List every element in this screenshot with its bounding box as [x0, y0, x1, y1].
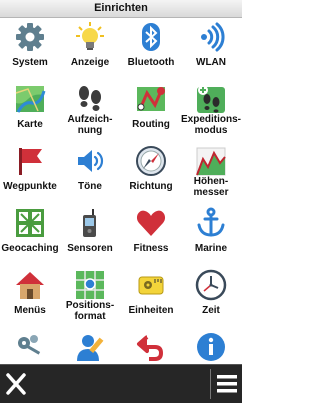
menu-item-label: WLAN [196, 57, 226, 68]
heart-icon [135, 207, 167, 239]
position-format-icon [74, 269, 106, 301]
menu-button[interactable] [211, 365, 243, 403]
menu-item-positionsformat[interactable]: Positions-format [60, 266, 120, 328]
menu-item-label: Richtung [129, 181, 173, 192]
footprints-icon [74, 83, 106, 115]
menu-item-reset[interactable] [121, 328, 181, 364]
wifi-icon [195, 21, 227, 53]
menu-item-karte[interactable]: Karte [0, 80, 60, 142]
map-icon [14, 83, 46, 115]
settings-grid: System Anzeige Bluetooth WLAN Karte Aufz… [0, 18, 242, 364]
menu-item-label: Bluetooth [127, 57, 175, 68]
keys-icon [14, 331, 46, 363]
menu-item-richtung[interactable]: Richtung [121, 142, 181, 204]
bottom-toolbar [0, 364, 242, 403]
menu-item-user[interactable] [60, 328, 120, 364]
menu-item-marine[interactable]: Marine [181, 204, 241, 266]
menu-item-system[interactable]: System [0, 18, 60, 80]
hamburger-menu-icon [211, 365, 243, 403]
menu-item-label: Aufzeich-nung [67, 114, 113, 136]
menu-item-label: Positions-format [65, 300, 115, 322]
menu-item-bluetooth[interactable]: Bluetooth [121, 18, 181, 80]
menu-item-keys[interactable] [0, 328, 60, 364]
menu-item-label: Wegpunkte [3, 181, 57, 192]
menu-item-label: Karte [17, 119, 43, 130]
menu-item-label: Töne [78, 181, 102, 192]
gear-icon [14, 21, 46, 53]
menu-item-aufzeichnung[interactable]: Aufzeich-nung [60, 80, 120, 142]
bluetooth-icon [135, 21, 167, 53]
routing-icon [135, 83, 167, 115]
expedition-icon [195, 83, 227, 115]
menu-item-label: Fitness [133, 243, 169, 254]
menu-item-routing[interactable]: Routing [121, 80, 181, 142]
menu-item-label: Routing [132, 119, 170, 130]
menu-item-sensoren[interactable]: Sensoren [60, 204, 120, 266]
menu-item-hoehenmesser[interactable]: Höhen-messer [181, 142, 241, 204]
menu-item-zeit[interactable]: Zeit [181, 266, 241, 328]
menu-item-label: Einheiten [128, 305, 174, 316]
menu-item-label: Expeditions-modus [180, 114, 241, 136]
menu-item-toene[interactable]: Töne [60, 142, 120, 204]
clock-icon [195, 269, 227, 301]
menu-item-expeditionsmodus[interactable]: Expeditions-modus [181, 80, 241, 142]
menu-item-anzeige[interactable]: Anzeige [60, 18, 120, 80]
page-title: Einrichten [0, 0, 242, 18]
menu-item-menues[interactable]: Menüs [0, 266, 60, 328]
menu-item-label: Geocaching [1, 243, 59, 254]
menu-item-label: Höhen-messer [193, 176, 229, 198]
menu-item-wlan[interactable]: WLAN [181, 18, 241, 80]
flag-icon [14, 145, 46, 177]
menu-item-label: Anzeige [70, 57, 110, 68]
close-button[interactable] [0, 365, 32, 403]
menu-item-geocaching[interactable]: Geocaching [0, 204, 60, 266]
altimeter-icon [195, 145, 227, 177]
sensor-device-icon [74, 207, 106, 239]
menu-item-label: Marine [194, 243, 228, 254]
house-icon [14, 269, 46, 301]
anchor-icon [195, 207, 227, 239]
ruler-icon [135, 269, 167, 301]
compass-icon [135, 145, 167, 177]
geocache-icon [14, 207, 46, 239]
close-icon [0, 365, 32, 403]
user-edit-icon [74, 331, 106, 363]
menu-item-label: Menüs [14, 305, 46, 316]
menu-item-label: Zeit [202, 305, 220, 316]
lightbulb-icon [74, 21, 106, 53]
reset-arrow-icon [135, 331, 167, 363]
menu-item-info[interactable] [181, 328, 241, 364]
menu-item-label: Sensoren [67, 243, 113, 254]
speaker-icon [74, 145, 106, 177]
info-icon [195, 331, 227, 363]
menu-item-label: System [12, 57, 48, 68]
menu-item-fitness[interactable]: Fitness [121, 204, 181, 266]
menu-item-einheiten[interactable]: Einheiten [121, 266, 181, 328]
menu-item-wegpunkte[interactable]: Wegpunkte [0, 142, 60, 204]
